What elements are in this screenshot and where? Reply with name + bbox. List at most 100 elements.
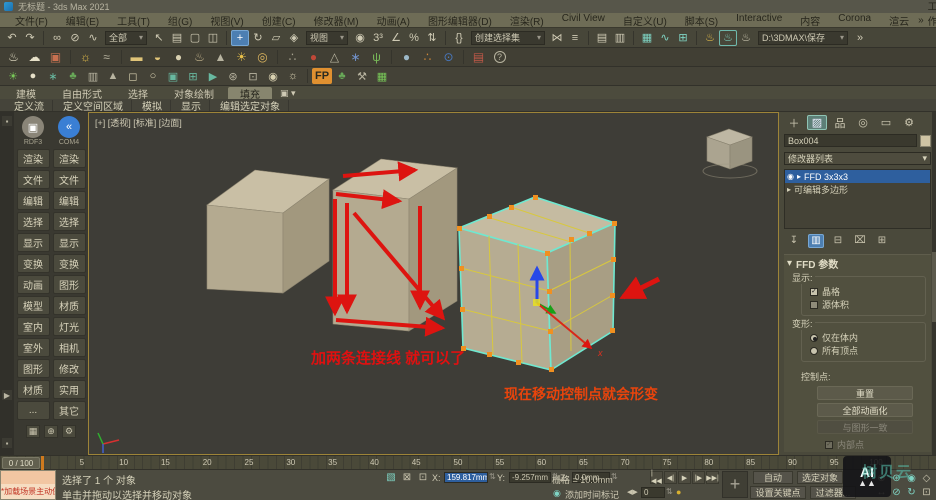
panel-button-材质[interactable]: 材质	[17, 380, 50, 399]
flower-icon[interactable]: ∗	[345, 49, 366, 65]
fp-icon[interactable]: FP	[312, 68, 332, 84]
align-icon[interactable]: ≡	[566, 30, 584, 46]
teapot-icon[interactable]: ♨	[3, 49, 24, 65]
selected-button[interactable]: 选定对象	[797, 471, 843, 484]
set-key-button[interactable]: +	[722, 471, 748, 498]
fan-icon[interactable]: ⊛	[223, 68, 243, 84]
box2[interactable]	[333, 159, 457, 331]
source-volume-checkbox[interactable]: 源体积	[810, 298, 921, 311]
grid-green-icon[interactable]: ▦	[372, 68, 392, 84]
window-icon[interactable]: ▥	[83, 68, 103, 84]
menu-item[interactable]: 工具(T)	[108, 13, 159, 28]
spray-icon[interactable]: ≈	[96, 49, 117, 65]
display-tab[interactable]: ▭	[876, 115, 896, 130]
panel-button-编辑[interactable]: 编辑	[17, 191, 50, 210]
viewport-label[interactable]: [+] [透视] [标准] [边面]	[95, 116, 182, 129]
panel-button-模型[interactable]: 模型	[17, 296, 50, 315]
white-dot-icon[interactable]: ●	[23, 68, 43, 84]
time-slider-handle[interactable]: 0 / 100	[2, 457, 40, 469]
select-object-icon[interactable]: ↖	[150, 30, 168, 46]
menu-item[interactable]: Interactive	[727, 13, 791, 28]
undo-icon[interactable]: ↶	[3, 30, 21, 46]
select-and-link-icon[interactable]: ∞	[48, 30, 66, 46]
menu-item[interactable]: Corona	[829, 13, 880, 28]
panel-button-显示[interactable]: 显示	[17, 233, 50, 252]
set-key-mode-button[interactable]: 设置关键点	[750, 486, 806, 499]
spinner-snap-icon[interactable]: ⇅	[423, 30, 441, 46]
sun-icon[interactable]: ☀	[231, 49, 252, 65]
panel-button-相机[interactable]: 相机	[53, 338, 86, 357]
forest-icon[interactable]: ♣	[332, 68, 352, 84]
panel-button-文件[interactable]: 文件	[17, 170, 50, 189]
ribbon-subtab[interactable]: 定义空间区域	[55, 100, 132, 111]
x-spinner[interactable]: ⇅	[489, 472, 496, 481]
rendered-frame-icon[interactable]: ♨	[719, 30, 737, 46]
panel-button-灯光[interactable]: 灯光	[53, 317, 86, 336]
rotate-icon[interactable]: ↻	[249, 30, 267, 46]
window-crossing-icon[interactable]: ◫	[204, 30, 222, 46]
panel-button-选择[interactable]: 选择	[17, 212, 50, 231]
menu-item[interactable]: 创建(C)	[253, 13, 305, 28]
bulb2-icon[interactable]: ☼	[283, 68, 303, 84]
time-slider-marker[interactable]	[41, 456, 44, 470]
playback-button[interactable]: |◀◀	[650, 471, 663, 484]
menu-item[interactable]: 图形编辑器(D)	[419, 13, 501, 28]
menu-item[interactable]: 渲染(R)	[501, 13, 553, 28]
all-vertices-radio[interactable]: 所有顶点	[810, 344, 921, 357]
move-icon[interactable]: +	[231, 30, 249, 46]
scatter-icon[interactable]: ∗	[43, 68, 63, 84]
unlink-selection-icon[interactable]: ⊘	[66, 30, 84, 46]
teapot2-icon[interactable]: ♨	[189, 49, 210, 65]
view-cube[interactable]	[703, 129, 757, 178]
playback-button[interactable]: ▶	[678, 471, 691, 484]
panel-button-文件[interactable]: 文件	[53, 170, 86, 189]
com4-logo-icon[interactable]: «	[58, 116, 80, 138]
x-coordinate-field[interactable]: 159.817mm	[444, 472, 488, 483]
walkthrough-icon[interactable]: ⊘	[889, 485, 904, 499]
modifier-stack-row[interactable]: ▸可编辑多边形	[785, 183, 930, 196]
strip-bottom-icon[interactable]: ▪	[2, 438, 12, 448]
render-icon[interactable]: ♨	[737, 30, 755, 46]
configure-modifier-sets-icon[interactable]: ⊞	[874, 234, 890, 248]
ring2-icon[interactable]: ○	[143, 68, 163, 84]
reset-button[interactable]: 重置	[817, 386, 913, 400]
create-tab[interactable]: ＋	[784, 115, 804, 130]
red-sphere-icon[interactable]: ●	[303, 49, 324, 65]
object-name-field[interactable]: Box004	[784, 134, 917, 147]
menu-item[interactable]: 脚本(S)	[676, 13, 727, 28]
modifier-list-dropdown[interactable]: 修改器列表 ▾	[784, 152, 931, 165]
ring-icon[interactable]: ◎	[252, 49, 273, 65]
panel-button-编辑[interactable]: 编辑	[53, 191, 86, 210]
rain-icon[interactable]: ∴	[282, 49, 303, 65]
add-icon[interactable]: ⊕	[44, 425, 58, 438]
cloud-icon[interactable]: ☁	[24, 49, 45, 65]
panel-button-其它[interactable]: 其它	[53, 401, 86, 420]
current-frame-field[interactable]: 0	[641, 487, 665, 498]
menu-item[interactable]: 文件(F)	[6, 13, 57, 28]
settings-gear-icon[interactable]: ⚙	[62, 425, 76, 438]
menu-item[interactable]: 修改器(M)	[305, 13, 368, 28]
only-in-volume-radio[interactable]: 仅在体内	[810, 331, 921, 344]
render-setup-icon[interactable]: ♨	[701, 30, 719, 46]
perspective-viewport[interactable]: [+] [透视] [标准] [边面]	[88, 112, 779, 455]
menu-item[interactable]: 自定义(U)	[614, 13, 676, 28]
panel-button-渲染[interactable]: 渲染	[17, 149, 50, 168]
gizmo-icon[interactable]: △	[324, 49, 345, 65]
percent-snap-icon[interactable]: %	[405, 30, 423, 46]
menu-item[interactable]: Civil View	[553, 13, 614, 28]
panel-button-显示[interactable]: 显示	[53, 233, 86, 252]
menu-item[interactable]: 编辑(E)	[57, 13, 108, 28]
sphere-icon[interactable]: ●	[168, 49, 189, 65]
expand-arrow-icon[interactable]: ▸	[787, 185, 791, 194]
ribbon-subtab[interactable]: 定义流	[6, 100, 53, 111]
pin-stack-icon[interactable]: ↧	[786, 234, 802, 248]
panel-button-图形[interactable]: 图形	[17, 359, 50, 378]
playback-button[interactable]: |▶	[692, 471, 705, 484]
maxscript-mini-listener[interactable]: *加载场景主动保	[0, 470, 56, 500]
strip-expand-icon[interactable]: ▶	[2, 390, 12, 400]
panel-button-室外[interactable]: 室外	[17, 338, 50, 357]
color-balls-icon[interactable]: ∴	[417, 49, 438, 65]
eye-icon[interactable]: ◉	[263, 68, 283, 84]
selection-filter-dropdown[interactable]: 全部▾	[105, 31, 147, 45]
panel-button-修改[interactable]: 修改	[53, 359, 86, 378]
